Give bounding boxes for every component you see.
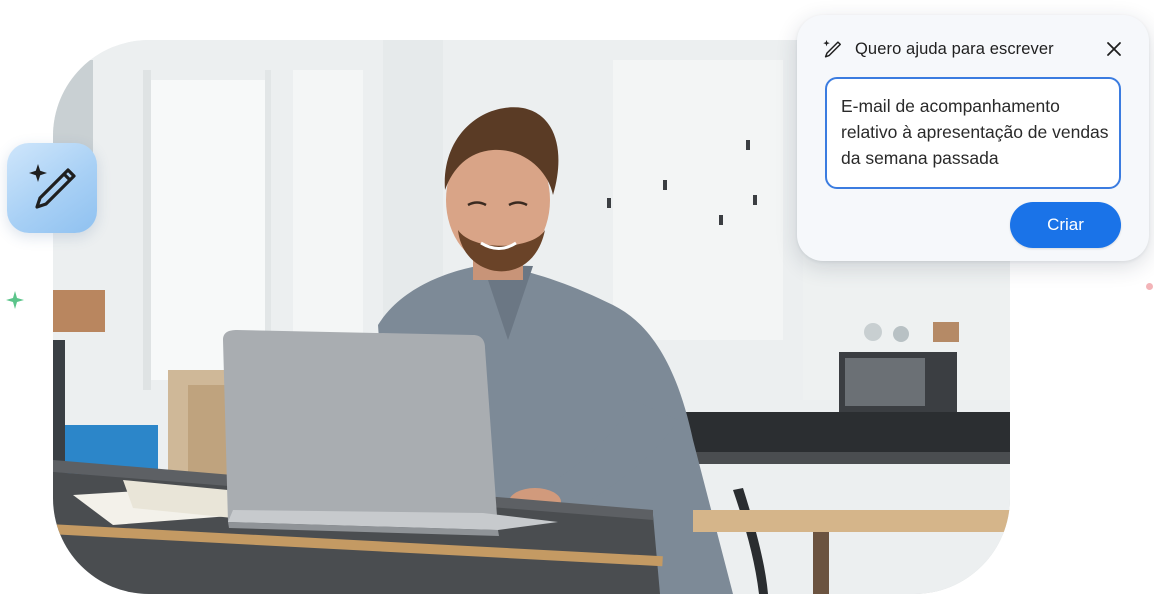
magic-pen-icon: [29, 164, 76, 209]
magic-pen-icon: [823, 39, 841, 58]
help-me-write-card: Quero ajuda para escrever E-mail de acom…: [797, 15, 1149, 261]
card-title: Quero ajuda para escrever: [855, 39, 1054, 58]
decorative-dot: [1146, 283, 1153, 290]
create-button[interactable]: Criar: [1010, 202, 1121, 248]
card-header: Quero ajuda para escrever: [821, 37, 1125, 61]
close-icon[interactable]: [1103, 38, 1125, 60]
sparkle-icon: [6, 291, 24, 309]
magic-pen-tile[interactable]: [7, 143, 97, 233]
prompt-input[interactable]: E-mail de acompanhamento relativo à apre…: [825, 77, 1121, 189]
